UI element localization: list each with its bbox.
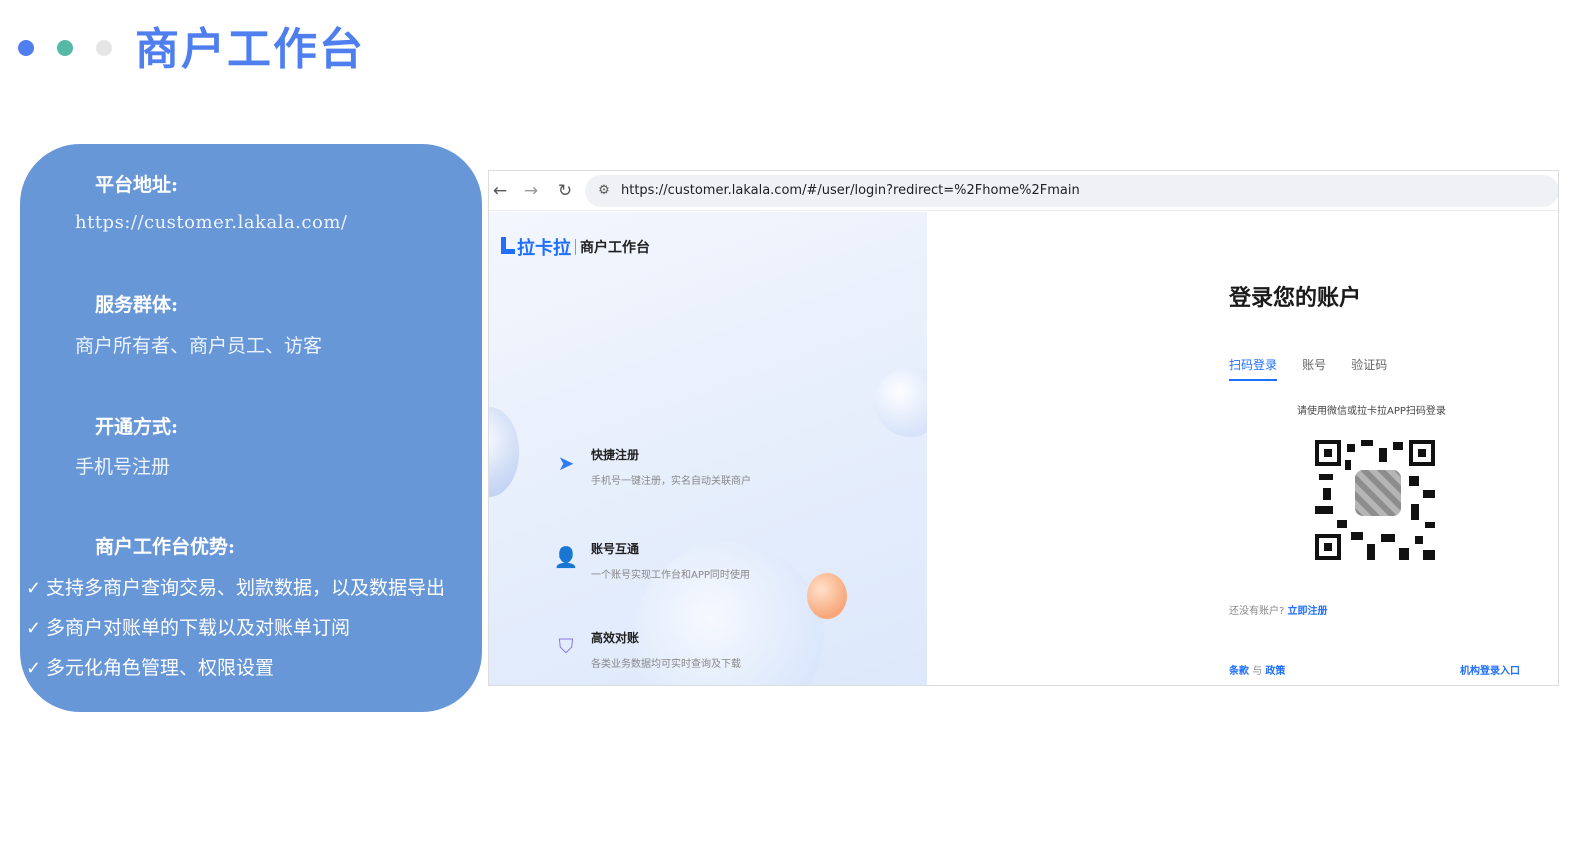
brand-divider [575, 239, 576, 255]
activation-label: 开通方式: [95, 416, 179, 438]
advantage-text: 多商户对账单的下载以及对账单订阅 [46, 617, 351, 639]
check-icon: ✓ [26, 658, 42, 679]
qr-module [1381, 534, 1395, 542]
header-dot-blue [18, 40, 34, 56]
qr-module [1315, 506, 1333, 514]
site-settings-icon[interactable]: ⚙ [595, 182, 613, 200]
qr-module [1425, 522, 1435, 528]
and-text: 与 [1252, 666, 1263, 677]
no-account-text: 还没有账户? [1229, 606, 1285, 617]
advantage-item: ✓ 支持多商户查询交易、划款数据，以及数据导出 [26, 573, 445, 600]
qr-finder [1315, 440, 1341, 466]
decorative-bubble [875, 367, 927, 437]
check-icon: ✓ [26, 618, 42, 639]
platform-label: 平台地址: [95, 174, 179, 196]
qr-module [1361, 440, 1373, 446]
qr-module [1423, 550, 1435, 560]
activation-value: 手机号注册 [75, 456, 171, 478]
back-arrow-icon[interactable]: ← [489, 180, 511, 202]
qr-module [1345, 460, 1351, 470]
advantage-item: ✓ 多元化角色管理、权限设置 [26, 653, 274, 680]
register-link[interactable]: 立即注册 [1288, 606, 1328, 617]
audience-value: 商户所有者、商户员工、访客 [75, 335, 323, 357]
header-dot-gray [96, 40, 112, 56]
login-panel: 登录您的账户 扫码登录 账号 验证码 请使用微信或拉卡拉APP扫码登录 还没有账… [927, 212, 1558, 685]
qr-module [1399, 548, 1409, 560]
qr-module [1351, 532, 1363, 540]
feature-desc: 各类业务数据均可实时查询及下载 [591, 659, 741, 670]
slide-title: 商户工作台 [135, 24, 365, 75]
paper-plane-icon: ➤ [557, 451, 575, 475]
address-url[interactable]: https://customer.lakala.com/#/user/login… [621, 182, 1080, 200]
qr-finder [1315, 534, 1341, 560]
qr-module [1415, 536, 1423, 544]
qr-module [1409, 476, 1419, 486]
qr-module [1337, 520, 1347, 528]
brand-name: 拉卡拉 [517, 238, 571, 259]
forward-arrow-icon[interactable]: → [520, 180, 542, 202]
terms-link[interactable]: 条款 [1229, 666, 1249, 677]
login-qr-code [1315, 440, 1435, 560]
tab-code-login[interactable]: 验证码 [1351, 356, 1387, 379]
advantages-label: 商户工作台优势: [95, 536, 236, 558]
qr-module [1347, 444, 1355, 452]
info-panel: 平台地址: https://customer.lakala.com/ 服务群体:… [20, 144, 482, 712]
org-login-link[interactable]: 机构登录入口 [1460, 662, 1520, 677]
qr-module [1319, 474, 1333, 480]
qr-module [1393, 442, 1403, 450]
qr-module [1411, 504, 1419, 520]
qr-hint: 请使用微信或拉卡拉APP扫码登录 [1297, 406, 1446, 417]
qr-module [1323, 488, 1331, 500]
advantage-text: 支持多商户查询交易、划款数据，以及数据导出 [46, 577, 446, 599]
feature-desc: 手机号一键注册，实名自动关联商户 [591, 476, 751, 487]
tab-qr-login[interactable]: 扫码登录 [1229, 356, 1278, 381]
signup-prompt: 还没有账户? 立即注册 [1229, 602, 1328, 617]
advantage-text: 多元化角色管理、权限设置 [46, 657, 275, 679]
feature-title: 快捷注册 [591, 448, 640, 462]
lakala-logo-icon [501, 236, 515, 254]
policy-link[interactable]: 政策 [1265, 666, 1285, 677]
feature-desc: 一个账号实现工作台和APP同时使用 [591, 570, 750, 581]
decorative-bubble-orange [807, 573, 847, 619]
qr-module [1423, 490, 1435, 498]
qr-module [1367, 544, 1375, 560]
brand-subtitle: 商户工作台 [580, 240, 650, 256]
check-icon: ✓ [26, 578, 42, 599]
qr-module [1379, 448, 1387, 462]
login-heading: 登录您的账户 [1229, 286, 1362, 311]
advantage-item: ✓ 多商户对账单的下载以及对账单订阅 [26, 613, 350, 640]
header-dot-teal [57, 40, 73, 56]
brand-logo: 拉卡拉 商户工作台 [501, 234, 650, 259]
shield-check-icon: ⛉ [558, 634, 574, 658]
login-tabs: 扫码登录 账号 验证码 [1229, 354, 1407, 381]
browser-toolbar: ← → ↻ ⚙ https://customer.lakala.com/#/us… [489, 171, 1558, 211]
feature-title: 高效对账 [591, 631, 640, 645]
decorative-bubble [489, 407, 519, 497]
qr-blur-overlay [1355, 470, 1401, 516]
terms-footer: 条款 与 政策 [1229, 662, 1285, 677]
qr-finder [1409, 440, 1435, 466]
tab-account-login[interactable]: 账号 [1302, 356, 1326, 379]
hero-panel: 拉卡拉 商户工作台 ➤ 快捷注册 手机号一键注册，实名自动关联商户 👤 账号互通 … [489, 212, 927, 685]
audience-label: 服务群体: [95, 294, 179, 316]
feature-title: 账号互通 [591, 542, 640, 556]
address-bar[interactable]: ⚙ https://customer.lakala.com/#/user/log… [585, 175, 1558, 207]
user-icon: 👤 [553, 545, 579, 569]
browser-window: ← → ↻ ⚙ https://customer.lakala.com/#/us… [488, 170, 1559, 686]
reload-icon[interactable]: ↻ [554, 180, 576, 202]
platform-url: https://customer.lakala.com/ [75, 212, 348, 233]
